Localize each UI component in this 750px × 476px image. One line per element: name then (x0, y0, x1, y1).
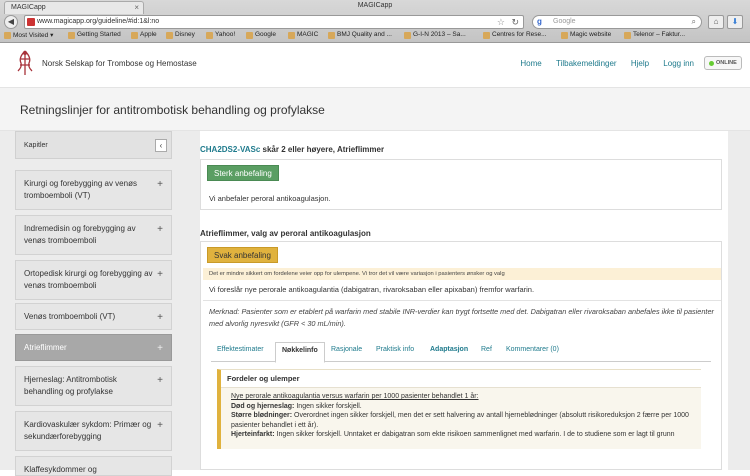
bookmark-item[interactable]: Getting Started (68, 31, 121, 39)
evidence-tabs: Effektestimater Nøkkelinfo Rasjonale Pra… (211, 342, 711, 363)
sidebar-item-label: Kardiovaskulær sykdom: Primær og sekundæ… (24, 420, 152, 441)
window-title: MAGICapp (357, 2, 393, 9)
bookmark-item[interactable]: BMJ Quality and ... (328, 31, 392, 39)
home-icon[interactable]: ⌂ (708, 15, 724, 29)
reload-icon[interactable]: ↻ (511, 16, 519, 28)
sidebar-item-label: Indremedisin og forebygging av venøs tro… (24, 224, 136, 245)
navigation-bar: ◀ www.magicapp.org/guideline/#id:1&l:no … (0, 14, 750, 30)
sidebar-item-kardiovaskular[interactable]: Kardiovaskulær sykdom: Primær og sekundæ… (15, 411, 172, 451)
panel-line: Hjerteinfarkt: Ingen sikker forskjell. U… (231, 431, 675, 438)
expand-icon[interactable]: + (157, 420, 163, 432)
org-name: Norsk Selskap for Trombose og Hemostase (42, 59, 197, 68)
sidebar-item-label: Atrieflimmer (24, 343, 67, 352)
expand-icon[interactable]: + (157, 224, 163, 236)
page-title: Retningslinjer for antitrombotisk behand… (20, 103, 325, 117)
recommendation-strength-note: Det er mindre sikkert om fordelene veier… (203, 268, 721, 280)
sidebar-item-label: Kirurgi og forebygging av venøs tromboem… (24, 179, 137, 200)
expand-icon[interactable]: + (157, 269, 163, 281)
tab-kommentarer[interactable]: Kommentarer (0) (506, 346, 559, 353)
society-logo-icon[interactable] (15, 49, 35, 77)
bookmark-item[interactable]: Apple (131, 31, 157, 39)
bookmark-item[interactable]: G-I-N 2013 – Sa... (404, 31, 466, 39)
nav-help[interactable]: Hjelp (631, 59, 649, 68)
recommendation-text: Vi anbefaler peroral antikoagulasjon. (209, 194, 331, 203)
sidebar-item-indremedisin[interactable]: Indremedisin og forebygging av venøs tro… (15, 215, 172, 255)
weak-recommendation-badge: Svak anbefaling (207, 247, 278, 263)
google-icon: g (537, 17, 542, 26)
divider (203, 300, 721, 301)
magnifier-icon[interactable]: ⌕ (692, 16, 696, 28)
nav-feedback[interactable]: Tilbakemeldinger (556, 59, 617, 68)
bookmark-item[interactable]: Magic website (561, 31, 611, 39)
tab-effektestimater[interactable]: Effektestimater (217, 346, 264, 353)
bookmark-item[interactable]: Google (246, 31, 276, 39)
search-input[interactable]: g Google ⌕ (532, 15, 702, 29)
bookmark-star-icon[interactable]: ☆ (497, 16, 505, 28)
online-status-badge: ONLINE (704, 56, 742, 70)
tab-nokkelinfo[interactable]: Nøkkelinfo (275, 342, 325, 363)
collapse-sidebar-icon[interactable]: ‹ (155, 139, 167, 152)
top-navigation: Home Tilbakemeldinger Hjelp Logg inn (508, 59, 694, 68)
tab-rasjonale[interactable]: Rasjonale (331, 346, 362, 353)
tab-ref[interactable]: Ref (481, 346, 492, 353)
heading-text: skår 2 eller høyere, Atrieflimmer (260, 145, 385, 154)
recommendation-heading: Atrieflimmer, valg av peroral antikoagul… (200, 229, 371, 238)
key-info-panel: Fordeler og ulemper Nye perorale antikoa… (217, 369, 701, 449)
cha2ds2-vasc-link[interactable]: CHA2DS2-VASc (200, 145, 260, 154)
nav-home[interactable]: Home (520, 59, 541, 68)
sidebar-item-label: Venøs tromboemboli (VT) (24, 312, 116, 321)
panel-body: Nye perorale antikoagulantia versus warf… (231, 392, 696, 440)
sidebar-item-label: Hjerneslag: Antitrombotisk behandling og… (24, 375, 117, 396)
sidebar-item-klaffesykdommer[interactable]: Klaffesykdommer og (15, 456, 172, 476)
sidebar-item-ortopedisk[interactable]: Ortopedisk kirurgi og forebygging av ven… (15, 260, 172, 300)
tab-praktisk-info[interactable]: Praktisk info (376, 346, 414, 353)
bookmark-item[interactable]: MAGIC (288, 31, 318, 39)
sidebar-item-atrieflimmer[interactable]: Atrieflimmer + (15, 334, 172, 361)
sidebar-item-venos-tromboemboli[interactable]: Venøs tromboemboli (VT) + (15, 303, 172, 330)
bookmark-item[interactable]: Yahoo! (206, 31, 235, 39)
bookmarks-bar: Most Visited ▾ Getting Started Apple Dis… (0, 30, 750, 42)
recommendation-text: Vi foreslår nye perorale antikoagulantia… (209, 285, 535, 294)
favicon-icon (27, 18, 35, 26)
url-text: www.magicapp.org/guideline/#id:1&l:no (37, 18, 160, 25)
strong-recommendation-box: Sterk anbefaling Vi anbefaler peroral an… (200, 159, 722, 210)
panel-line: Nye perorale antikoagulantia versus warf… (231, 393, 479, 400)
sidebar-item-hjerneslag[interactable]: Hjerneslag: Antitrombotisk behandling og… (15, 366, 172, 406)
window-titlebar: MAGICapp × MAGICapp (0, 0, 750, 14)
bookmark-item[interactable]: Disney (166, 31, 195, 39)
sidebar-header-label: Kapitler (24, 142, 48, 149)
sidebar-item-kirurgi[interactable]: Kirurgi og forebygging av venøs tromboem… (15, 170, 172, 210)
search-placeholder: Google (553, 18, 576, 25)
bookmark-item[interactable]: Telenor – Faktur... (624, 31, 685, 39)
tab-adaptasjon[interactable]: Adaptasjon (430, 346, 468, 353)
nav-login[interactable]: Logg inn (663, 59, 694, 68)
bookmark-item[interactable]: Centres for Rese... (483, 31, 547, 39)
expand-icon[interactable]: + (157, 375, 163, 387)
recommendation-heading: CHA2DS2-VASc skår 2 eller høyere, Atrief… (200, 145, 384, 154)
expand-icon[interactable]: + (157, 312, 163, 324)
strong-recommendation-badge: Sterk anbefaling (207, 165, 279, 181)
bookmark-item[interactable]: Most Visited ▾ (4, 31, 53, 39)
site-header: Norsk Selskap for Trombose og Hemostase … (0, 43, 750, 87)
sidebar-item-label: Ortopedisk kirurgi og forebygging av ven… (24, 269, 153, 290)
weak-recommendation-box: Svak anbefaling Det er mindre sikkert om… (200, 241, 722, 470)
download-icon[interactable]: ⬇ (727, 15, 743, 29)
panel-line: Død og hjerneslag: Ingen sikker forskjel… (231, 402, 362, 410)
browser-chrome: MAGICapp × MAGICapp ◀ www.magicapp.org/g… (0, 0, 750, 43)
back-icon[interactable]: ◀ (4, 15, 18, 29)
panel-line: Større blødninger: Overordnet ingen sikk… (231, 412, 689, 429)
expand-icon[interactable]: + (157, 343, 163, 355)
sidebar-header: Kapitler ‹ (15, 131, 172, 159)
expand-icon[interactable]: + (157, 179, 163, 191)
url-bar[interactable]: www.magicapp.org/guideline/#id:1&l:no ☆ … (24, 15, 524, 29)
main-content: CHA2DS2-VASc skår 2 eller høyere, Atrief… (200, 131, 728, 470)
recommendation-remark: Merknad: Pasienter som er etablert på wa… (209, 307, 714, 328)
panel-title: Fordeler og ulemper (221, 370, 701, 388)
page-title-bar: Retningslinjer for antitrombotisk behand… (0, 87, 750, 131)
